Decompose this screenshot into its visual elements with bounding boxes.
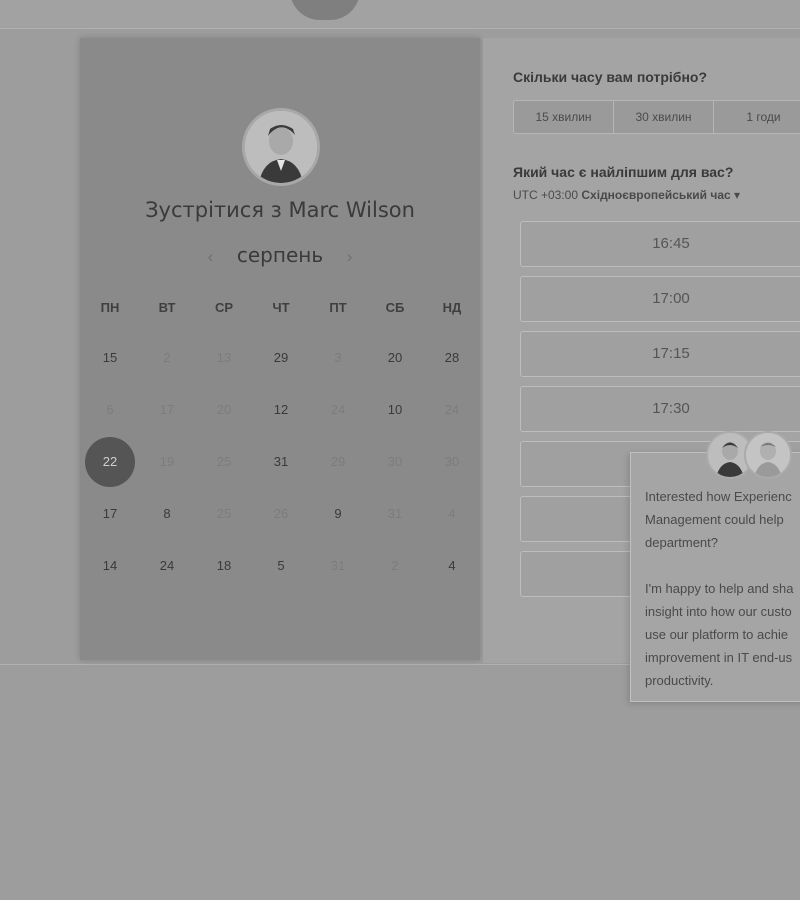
calendar-day[interactable]: 31 xyxy=(310,555,366,577)
calendar-day[interactable]: 25 xyxy=(196,451,252,473)
calendar-day[interactable]: 24 xyxy=(424,399,480,421)
calendar-day[interactable]: 20 xyxy=(367,347,423,369)
calendar-day-selected[interactable]: 22 xyxy=(85,437,135,487)
calendar-day[interactable]: 6 xyxy=(82,399,138,421)
calendar-day[interactable]: 2 xyxy=(367,555,423,577)
duration-60-option[interactable]: 1 годи xyxy=(714,101,800,133)
calendar-day[interactable]: 2 xyxy=(139,347,195,369)
time-slot[interactable]: 16:45 xyxy=(520,221,800,267)
weekday-label: ПТ xyxy=(329,300,347,315)
caret-down-icon: ▾ xyxy=(734,188,741,202)
chat-avatars xyxy=(706,431,792,479)
time-slot[interactable]: 17:00 xyxy=(520,276,800,322)
calendar-day[interactable]: 25 xyxy=(196,503,252,525)
weekday-label: ЧТ xyxy=(272,300,290,315)
calendar-day[interactable]: 3 xyxy=(310,347,366,369)
chevron-left-icon[interactable]: ‹ xyxy=(198,247,222,267)
weekday-label: ПН xyxy=(100,300,120,315)
calendar-day[interactable]: 19 xyxy=(139,451,195,473)
calendar-day[interactable]: 17 xyxy=(139,399,195,421)
host-avatar xyxy=(242,108,320,186)
duration-selector: 15 хвилин 30 хвилин 1 годи xyxy=(513,100,800,134)
time-slot[interactable]: 17:30 xyxy=(520,386,800,432)
calendar-day[interactable]: 31 xyxy=(253,451,309,473)
agent-avatar xyxy=(744,431,792,479)
top-header: happyforce xyxy=(0,0,800,28)
weekday-label: ВТ xyxy=(158,300,176,315)
logo-icon xyxy=(290,0,360,20)
calendar-day[interactable]: 10 xyxy=(367,399,423,421)
chat-message-2: I'm happy to help and sha insight into h… xyxy=(645,581,794,688)
divider xyxy=(0,28,800,29)
calendar-day[interactable]: 30 xyxy=(424,451,480,473)
month-navigator: ‹ серпень › xyxy=(80,243,480,267)
calendar-day[interactable]: 30 xyxy=(367,451,423,473)
weekday-label: НД xyxy=(442,300,462,315)
calendar-day[interactable]: 31 xyxy=(367,503,423,525)
calendar-day[interactable]: 12 xyxy=(253,399,309,421)
calendar-day[interactable]: 26 xyxy=(253,503,309,525)
duration-question: Скільки часу вам потрібно? xyxy=(513,69,708,85)
duration-15-option[interactable]: 15 хвилин xyxy=(514,101,614,133)
calendar-day[interactable]: 15 xyxy=(82,347,138,369)
calendar-day[interactable]: 24 xyxy=(310,399,366,421)
calendar-day[interactable]: 13 xyxy=(196,347,252,369)
timezone-select[interactable]: UTC +03:00 Східноєвропейський час ▾ xyxy=(513,188,740,202)
calendar-day[interactable]: 20 xyxy=(196,399,252,421)
time-question: Який час є найліпшим для вас? xyxy=(513,164,734,180)
weekday-label: СР xyxy=(214,300,234,315)
weekday-label: СБ xyxy=(385,300,405,315)
calendar-day[interactable]: 18 xyxy=(196,555,252,577)
calendar-day[interactable]: 4 xyxy=(424,503,480,525)
chevron-right-icon[interactable]: › xyxy=(338,247,362,267)
calendar-day[interactable]: 4 xyxy=(424,555,480,577)
calendar-day[interactable]: 28 xyxy=(424,347,480,369)
calendar-day[interactable]: 5 xyxy=(253,555,309,577)
calendar-day[interactable]: 29 xyxy=(253,347,309,369)
timezone-name: Східноєвропейський час xyxy=(581,188,731,202)
meeting-title: Зустрітися з Marc Wilson xyxy=(145,198,415,222)
timezone-offset: UTC +03:00 xyxy=(513,188,579,202)
duration-30-option[interactable]: 30 хвилин xyxy=(614,101,714,133)
calendar-day[interactable]: 9 xyxy=(310,503,366,525)
calendar-day[interactable]: 8 xyxy=(139,503,195,525)
chat-popup[interactable]: Interested how Experienc Management coul… xyxy=(630,431,800,702)
calendar-day[interactable]: 17 xyxy=(82,503,138,525)
time-slot[interactable]: 17:15 xyxy=(520,331,800,377)
calendar-card: Зустрітися з Marc Wilson ‹ серпень › ПН В… xyxy=(80,38,480,660)
calendar-day[interactable]: 29 xyxy=(310,451,366,473)
brand-logo[interactable]: happyforce xyxy=(290,0,366,20)
month-label: серпень xyxy=(236,243,324,267)
chat-message: Interested how Experienc Management coul… xyxy=(645,485,800,715)
calendar-day[interactable]: 14 xyxy=(82,555,138,577)
calendar-day[interactable]: 24 xyxy=(139,555,195,577)
chat-message-1: Interested how Experienc Management coul… xyxy=(645,489,792,550)
